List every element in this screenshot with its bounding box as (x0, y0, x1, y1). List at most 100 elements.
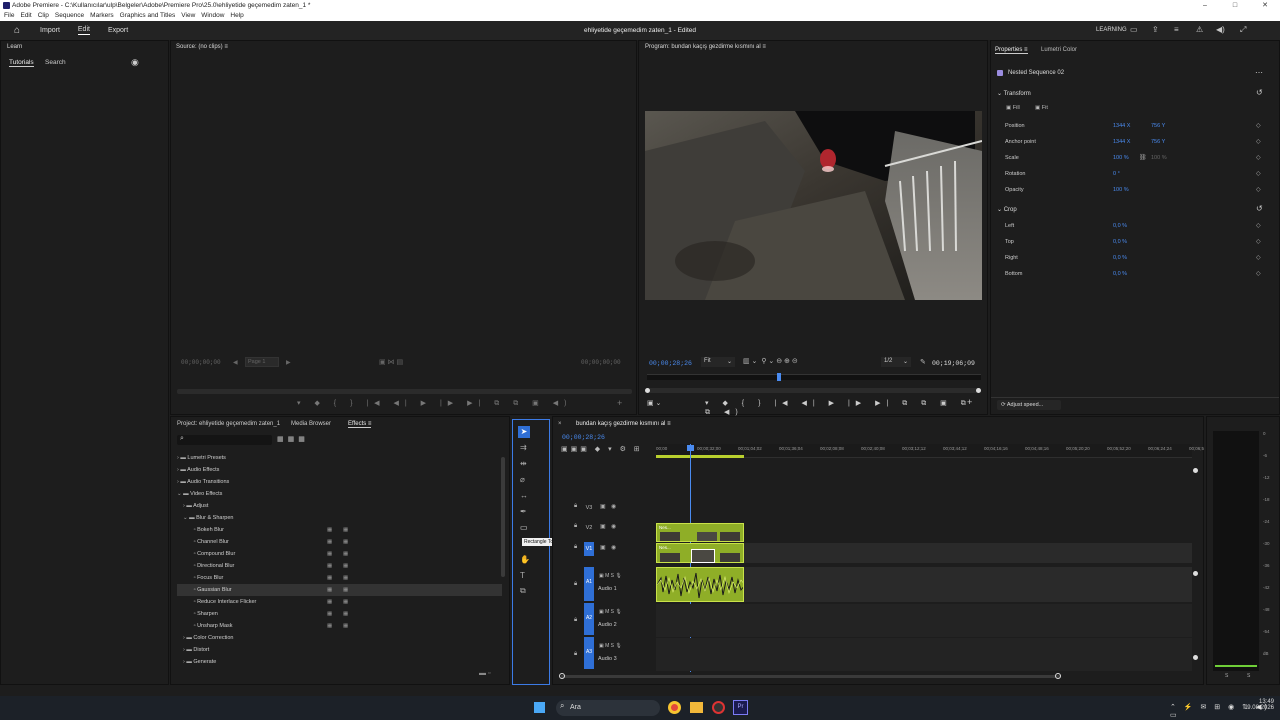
scroll-handle-right[interactable] (976, 388, 981, 393)
source-view-icons[interactable]: ▣ ⋈ ▤ (379, 358, 403, 366)
new-bin-icon[interactable]: ▬ ▫ (479, 670, 490, 677)
tab-media-browser[interactable]: Media Browser (291, 421, 331, 427)
track-controls-icons[interactable]: ▣ M S 🎙︎ (599, 573, 622, 579)
rectangle-tool-icon[interactable]: ▭ (520, 523, 528, 532)
effects-tree-item[interactable]: ▫ Compound Blur ▦ ▦ (177, 548, 502, 560)
panel-menu-icon[interactable]: ≡ (224, 44, 228, 50)
ripple-edit-tool-icon[interactable]: ⇹ (520, 459, 527, 468)
transform-tool-icon[interactable]: ⧉ (520, 586, 526, 596)
eye-icon[interactable]: ◉ (611, 523, 616, 530)
sequence-tab[interactable]: bundan kaçış gezdirme kısmını al ≡ (576, 421, 671, 427)
effects-tree-item[interactable]: › ▬ Generate (177, 656, 502, 668)
track-target-v3[interactable]: V3 (584, 501, 594, 515)
eye-icon[interactable]: ◉ (611, 544, 616, 551)
track-target-a3[interactable]: A3 (584, 637, 594, 669)
effect-filter-icons[interactable]: ▦▦▦ (277, 435, 309, 443)
panel-menu-icon[interactable]: ≡ (762, 44, 766, 50)
learning-workspace[interactable]: LEARNING (1096, 27, 1127, 33)
keyframe-icon[interactable]: ◇ (1256, 154, 1261, 161)
track-select-tool-icon[interactable]: ⇉ (520, 443, 527, 452)
pen-tool-icon[interactable]: ✒ (520, 507, 527, 516)
volume-icon[interactable]: ◀) (1216, 25, 1225, 34)
more-options-icon[interactable]: ⋯ (1255, 68, 1263, 77)
program-scrubber[interactable] (647, 388, 981, 393)
track-lock-icon[interactable]: 🔒︎ (574, 581, 577, 588)
prop-value-1[interactable]: 0 ° (1113, 171, 1120, 177)
effects-tree-item[interactable]: ▫ Reduce Interlace Flicker ▦ ▦ (177, 596, 502, 608)
panel-menu-icon[interactable]: ≡ (667, 421, 671, 427)
maximize-icon[interactable]: □ (1220, 0, 1250, 11)
track-target-a2[interactable]: A2 (584, 603, 594, 635)
keyframe-icon[interactable]: ◇ (1256, 254, 1261, 261)
menu-item-graphics-and-titles[interactable]: Graphics and Titles (120, 11, 176, 21)
effects-tree-item[interactable]: ▫ Channel Blur ▦ ▦ (177, 536, 502, 548)
reset-icon[interactable]: ↺ (1256, 88, 1263, 97)
tab-export[interactable]: Export (108, 27, 128, 34)
tab-edit[interactable]: Edit (77, 26, 90, 35)
vscroll-handle[interactable] (1193, 655, 1198, 660)
page-select[interactable]: Page 1 (245, 357, 279, 367)
type-tool-icon[interactable]: T (520, 571, 525, 580)
keyframe-icon[interactable]: ◇ (1256, 170, 1261, 177)
link-icon[interactable]: ⛓ (1139, 154, 1147, 161)
panel-menu-icon[interactable]: ≡ (1024, 47, 1028, 53)
share-icon[interactable]: ⇪ (1152, 25, 1159, 34)
hscroll-handle-left[interactable] (559, 673, 565, 679)
source-prev-page-icon[interactable]: ◀ (233, 359, 238, 366)
track-lock-icon[interactable]: 🔒︎ (574, 617, 577, 624)
program-grid-toggle-icon[interactable]: ▣ ⌄ (647, 399, 661, 407)
panel-menu-icon[interactable]: ≡ (368, 421, 372, 427)
fill-option[interactable]: ▣ Fill (1006, 105, 1020, 111)
prop-value-1[interactable]: 1344 X (1113, 139, 1130, 145)
effects-tree-item[interactable]: › ▬ Lumetri Presets (177, 452, 502, 464)
sync-lock-icon[interactable]: ▣ (600, 523, 606, 530)
account-icon[interactable]: ◉ (131, 57, 139, 68)
effects-tree-item[interactable]: ▫ Gaussian Blur ▦ ▦ (177, 584, 502, 596)
menu-item-sequence[interactable]: Sequence (55, 11, 84, 21)
crop-reset-icon[interactable]: ↺ (1256, 204, 1263, 213)
wrench-icon[interactable]: ✎ (920, 358, 926, 366)
prop-value-2[interactable]: 756 Y (1151, 123, 1165, 129)
prop-value-2[interactable]: 100 % (1151, 155, 1167, 161)
timeline-hscroll[interactable] (561, 675, 1061, 678)
taskbar-search[interactable]: Ara (556, 700, 660, 716)
effects-tree-item[interactable]: › ▬ Audio Effects (177, 464, 502, 476)
prop-value-1[interactable]: 100 % (1113, 187, 1129, 193)
tab-tutorials[interactable]: Tutorials (9, 59, 34, 67)
program-settings-icons[interactable]: ▥ ⌄ ⚲ ⌄ ⊖ ⊕ ⊝ (743, 357, 798, 365)
vscroll-handle[interactable] (1193, 468, 1198, 473)
selection-tool-icon[interactable]: ➤ (518, 426, 530, 438)
effects-tree-item[interactable]: ⌄ ▬ Blur & Sharpen (177, 512, 502, 524)
clip-v2[interactable]: Nes... (656, 523, 744, 542)
tab-import[interactable]: Import (40, 27, 60, 34)
effects-tree-item[interactable]: ▫ Sharpen ▦ ▦ (177, 608, 502, 620)
program-timeruler[interactable] (647, 374, 981, 380)
crop-value[interactable]: 0,0 % (1113, 239, 1127, 245)
effects-search-input[interactable]: ⌕ (177, 435, 272, 445)
scroll-handle-left[interactable] (645, 388, 650, 393)
workspace-icon[interactable]: ▭ (1130, 25, 1138, 34)
track-controls-icons[interactable]: ▣ M S 🎙︎ (599, 609, 622, 615)
close-sequence-icon[interactable]: × (558, 421, 562, 427)
prop-value-1[interactable]: 100 % (1113, 155, 1129, 161)
effects-tree-item[interactable]: › ▬ Audio Transitions (177, 476, 502, 488)
menu-item-edit[interactable]: Edit (20, 11, 31, 21)
effects-tree-item[interactable]: › ▬ Adjust (177, 500, 502, 512)
effects-tree-item[interactable]: ⌄ ▬ Video Effects (177, 488, 502, 500)
program-playhead[interactable] (777, 373, 781, 381)
fullscreen-icon[interactable]: ⤢ (1240, 25, 1246, 35)
meter-solo-right[interactable]: S (1247, 673, 1250, 679)
keyframe-icon[interactable]: ◇ (1256, 122, 1261, 129)
crop-value[interactable]: 0,0 % (1113, 255, 1127, 261)
razor-tool-icon[interactable]: ⌀ (520, 475, 525, 484)
clip-a1-audio[interactable] (656, 567, 744, 602)
effects-tree-item[interactable]: › ▬ Distort (177, 644, 502, 656)
taskbar-clock[interactable]: 13:49 9.08.2026 (1242, 699, 1274, 711)
effects-tree-item[interactable]: ▫ Unsharp Mask ▦ ▦ (177, 620, 502, 632)
file-explorer-icon[interactable] (690, 702, 703, 713)
work-area-bar[interactable] (656, 455, 744, 458)
track-lock-icon[interactable]: 🔒︎ (574, 544, 577, 551)
meter-solo-left[interactable]: S (1225, 673, 1228, 679)
effects-tree-item[interactable]: ▫ Focus Blur ▦ ▦ (177, 572, 502, 584)
app-icon[interactable] (712, 701, 725, 714)
